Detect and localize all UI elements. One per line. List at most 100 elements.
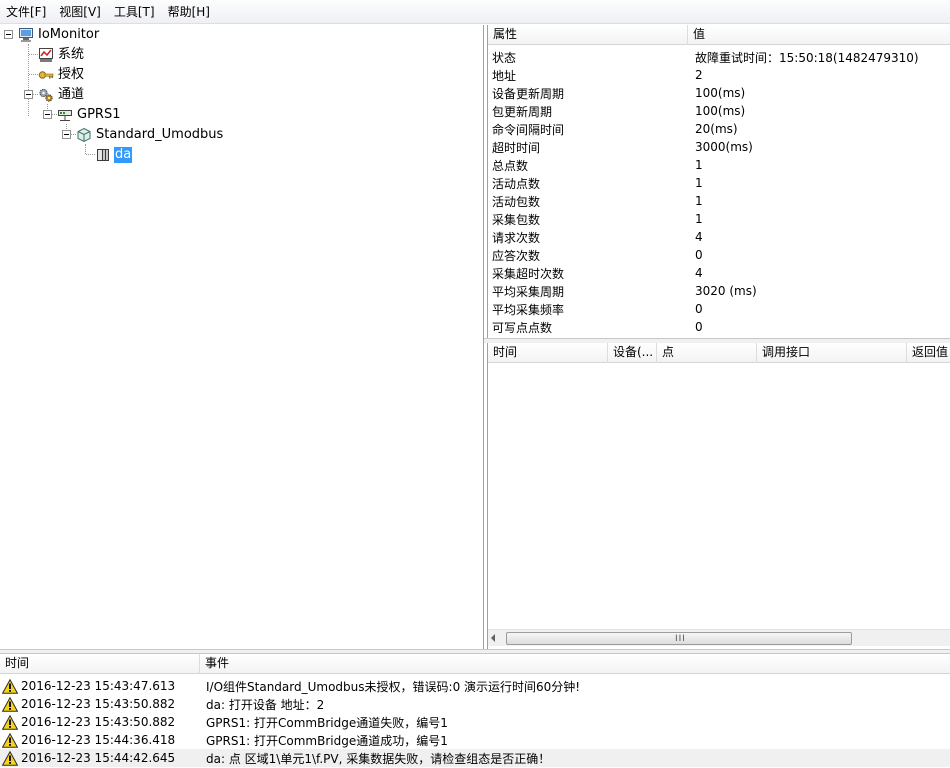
column-call-time[interactable]: 时间 (488, 343, 608, 363)
property-value: 3020 (ms) (695, 284, 757, 298)
property-row[interactable]: 总点数 1 (488, 156, 950, 174)
tree-node-license[interactable]: 授权 (38, 65, 85, 85)
menu-tools[interactable]: 工具[T] (108, 1, 162, 23)
property-value: 0 (695, 302, 703, 316)
tree-label-gprs: GPRS1 (77, 107, 121, 122)
column-property[interactable]: 属性 (488, 25, 688, 45)
property-row[interactable]: 设备更新周期 100(ms) (488, 84, 950, 102)
column-call-interface[interactable]: 调用接口 (757, 343, 907, 363)
event-row[interactable]: 2016-12-23 15:44:42.645 da: 点 区域1\单元1\f.… (0, 749, 950, 767)
event-time-cell: 2016-12-23 15:43:47.613 (0, 678, 200, 694)
property-value: 1 (695, 158, 703, 172)
column-value[interactable]: 值 (688, 25, 950, 45)
column-event[interactable]: 事件 (200, 654, 950, 674)
tree-line (86, 154, 95, 155)
property-row[interactable]: 请求次数 4 (488, 228, 950, 246)
horizontal-scrollbar[interactable]: III (488, 629, 950, 646)
property-key: 命令间隔时间 (492, 122, 565, 137)
menu-view[interactable]: 视图[V] (53, 1, 108, 23)
event-row[interactable]: 2016-12-23 15:44:36.418 GPRS1: 打开CommBri… (0, 731, 950, 749)
property-row[interactable]: 平均采集频率 0 (488, 300, 950, 318)
property-row[interactable]: 活动包数 1 (488, 192, 950, 210)
property-key: 请求次数 (492, 230, 541, 245)
tree-node-gprs[interactable]: GPRS1 (57, 105, 121, 125)
event-time-cell: 2016-12-23 15:44:36.418 (0, 732, 200, 748)
call-log-header: 时间 设备(... 点 调用接口 返回值 (488, 343, 950, 363)
tree-line (29, 54, 38, 55)
tree-label-system: 系统 (58, 47, 85, 62)
property-key: 平均采集周期 (492, 284, 565, 299)
property-key: 状态 (492, 50, 517, 65)
property-row[interactable]: 活动点数 1 (488, 174, 950, 192)
event-time-cell: 2016-12-23 15:43:50.882 (0, 696, 200, 712)
tree-node-system[interactable]: 系统 (38, 45, 85, 65)
property-key: 设备更新周期 (492, 86, 565, 101)
scroll-left-icon[interactable] (491, 634, 495, 642)
menu-help[interactable]: 帮助[H] (162, 1, 217, 23)
property-value: 20(ms) (695, 122, 738, 136)
expander-driver[interactable] (62, 130, 71, 139)
menu-bar: 文件[F] 视图[V] 工具[T] 帮助[H] (0, 0, 950, 24)
column-call-device[interactable]: 设备(... (608, 343, 657, 363)
tree-label-device: da (114, 147, 133, 163)
tree-node-channel[interactable]: 通道 (38, 85, 85, 105)
property-row[interactable]: 应答次数 0 (488, 246, 950, 264)
property-key: 活动包数 (492, 194, 541, 209)
warning-icon (2, 714, 18, 730)
menu-file[interactable]: 文件[F] (0, 1, 53, 23)
event-row[interactable]: 2016-12-23 15:43:47.613 I/O组件Standard_Um… (0, 677, 950, 695)
system-chart-icon (38, 47, 54, 63)
tree-node-device[interactable]: da (95, 145, 133, 165)
property-row[interactable]: 采集超时次数 4 (488, 264, 950, 282)
scrollbar-thumb[interactable]: III (506, 632, 852, 645)
tree-line (85, 144, 86, 154)
warning-icon (2, 750, 18, 766)
property-value: 1 (695, 194, 703, 208)
event-log-list[interactable]: 时间 事件 2016-12-23 15:43:47.613 I/O组件Stand… (0, 654, 950, 768)
property-key: 超时时间 (492, 140, 541, 155)
property-row[interactable]: 地址 2 (488, 66, 950, 84)
property-row[interactable]: 命令间隔时间 20(ms) (488, 120, 950, 138)
warning-icon (2, 732, 18, 748)
property-list[interactable]: 属性 值 状态 故障重试时间：15:50:18(1482479310) 地址 2 设… (487, 25, 950, 338)
expander-root[interactable] (4, 30, 13, 39)
event-time-cell: 2016-12-23 15:43:50.882 (0, 714, 200, 730)
network-device-icon (57, 107, 73, 123)
tree-node-driver[interactable]: Standard_Umodbus (76, 125, 224, 145)
property-value: 2 (695, 68, 703, 82)
property-key: 平均采集频率 (492, 302, 565, 317)
property-row[interactable]: 采集包数 1 (488, 210, 950, 228)
tree-label-channel: 通道 (58, 87, 85, 102)
event-time: 2016-12-23 15:44:36.418 (21, 733, 176, 747)
tree-label-root: IoMonitor (38, 27, 100, 42)
column-call-return[interactable]: 返回值 (907, 343, 950, 363)
property-value: 1 (695, 176, 703, 190)
key-icon (38, 67, 54, 83)
property-value: 4 (695, 230, 703, 244)
event-text: da: 打开设备 地址：2 (206, 697, 325, 712)
property-row[interactable]: 包更新周期 100(ms) (488, 102, 950, 120)
warning-icon (2, 678, 18, 694)
property-value: 0 (695, 248, 703, 262)
event-text: I/O组件Standard_Umodbus未授权，错误码:0 演示运行时间60分… (206, 679, 581, 694)
event-row[interactable]: 2016-12-23 15:43:50.882 da: 打开设备 地址：2 (0, 695, 950, 713)
scrollbar-grip: III (675, 634, 686, 644)
column-event-time[interactable]: 时间 (0, 654, 200, 674)
cube-icon (76, 127, 92, 143)
property-row[interactable]: 状态 故障重试时间：15:50:18(1482479310) (488, 48, 950, 66)
property-key: 采集包数 (492, 212, 541, 227)
expander-channel[interactable] (24, 90, 33, 99)
property-row[interactable]: 平均采集周期 3020 (ms) (488, 282, 950, 300)
column-call-point[interactable]: 点 (657, 343, 757, 363)
event-row[interactable]: 2016-12-23 15:43:50.882 GPRS1: 打开CommBri… (0, 713, 950, 731)
property-row[interactable]: 可写点点数 0 (488, 318, 950, 336)
property-value: 100(ms) (695, 104, 746, 118)
property-row[interactable]: 超时时间 3000(ms) (488, 138, 950, 156)
expander-gprs[interactable] (43, 110, 52, 119)
property-value: 0 (695, 320, 703, 334)
call-log-list[interactable]: 时间 设备(... 点 调用接口 返回值 III (487, 343, 950, 649)
event-time: 2016-12-23 15:44:42.645 (21, 751, 176, 765)
tree-node-root[interactable]: IoMonitor (18, 25, 100, 45)
device-tree[interactable]: IoMonitor 系统 授权 通道 GPRS1 Standard_Umodbu… (0, 25, 484, 649)
property-key: 总点数 (492, 158, 529, 173)
